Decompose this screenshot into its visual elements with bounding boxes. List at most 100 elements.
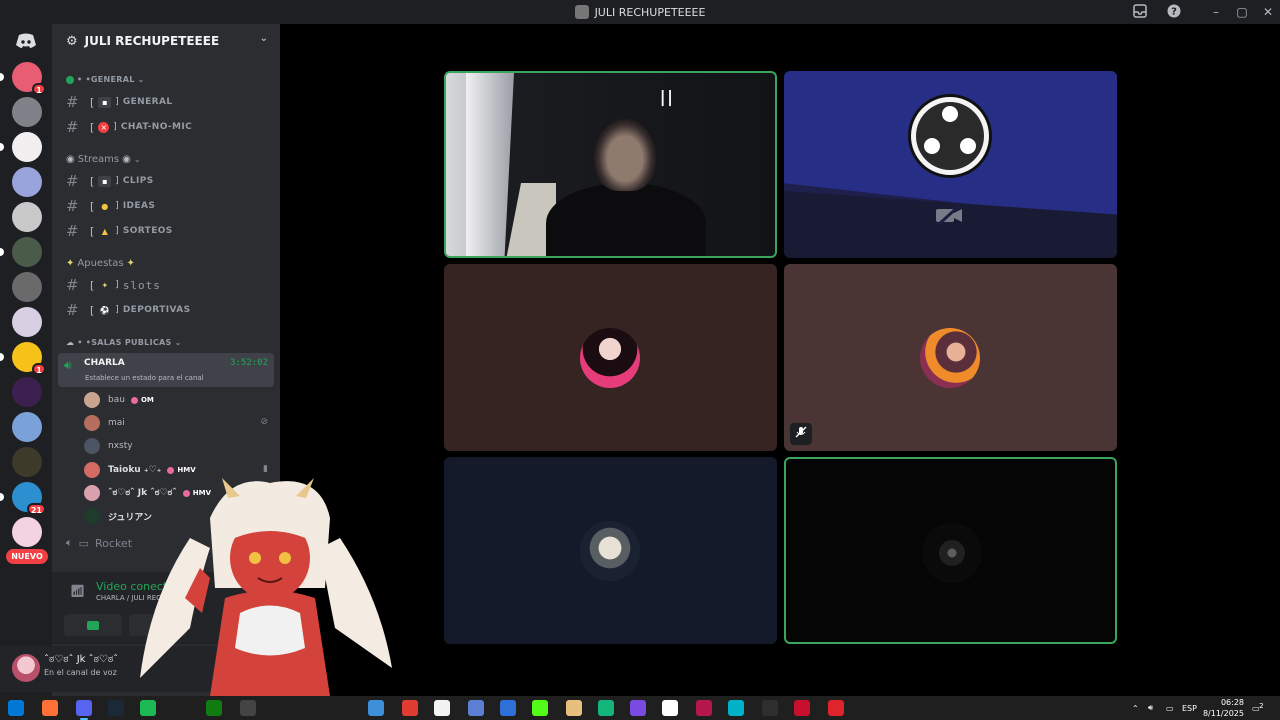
notifications-icon[interactable]: ▭ 2 [1252,696,1264,720]
server-icon[interactable] [12,167,42,197]
avatar[interactable] [12,654,40,682]
taskbar-app-icon[interactable] [794,700,810,716]
language-indicator[interactable]: ESP [1182,696,1197,720]
server-icon[interactable] [12,202,42,232]
video-frame [466,73,514,256]
unread-indicator [0,143,4,151]
taskbar-app-icon[interactable] [532,700,548,716]
server-icon[interactable] [0,132,42,162]
maximize-icon[interactable]: ▢ [1234,4,1250,20]
voice-member[interactable]: Taioku ₊♡₊ HMV ▮ [84,460,274,480]
channel-deportivas[interactable]: # [⚽] DEPORTIVAS [66,299,276,321]
taskbar-app-icon[interactable] [468,700,484,716]
chevron-down-icon: ⌄ [174,338,182,347]
camera-icon [87,620,99,630]
server-icon[interactable]: 21 [0,482,46,515]
signal-icon[interactable]: 📶︎ [70,584,85,598]
taskbar-app-icon[interactable] [630,700,646,716]
channel-general[interactable]: # [▪] GENERAL [66,91,276,113]
taskbar-app-icon[interactable] [696,700,712,716]
heart-icon [130,396,138,404]
channel-status-prompt[interactable]: Establece un estado para el canal [85,374,204,382]
server-icon[interactable] [12,377,42,407]
category-streams[interactable]: ◉ Streams ◉ ⌄ [66,154,141,165]
taskbar-app-icon[interactable] [500,700,516,716]
server-icon[interactable] [12,412,42,442]
channel-clips[interactable]: # [▪] CLIPS [66,170,276,192]
taskbar-app-icon[interactable] [434,700,450,716]
taskbar-app-icon[interactable] [598,700,614,716]
heart-icon [167,466,175,474]
minimize-icon[interactable]: – [1208,4,1224,20]
video-tile-participant[interactable] [444,457,777,644]
taskbar: ⌃ 🔊︎ ▭ ESP 06:28 8/11/2025 ▭ 2 [0,696,1280,720]
video-tile-participant[interactable] [784,457,1117,644]
discord-home-icon[interactable] [12,30,40,52]
category-general[interactable]: • •GENERAL ⌄ [66,75,145,84]
close-icon[interactable]: ✕ [1260,4,1276,20]
system-clock[interactable]: 06:28 8/11/2025 [1203,697,1244,719]
hashtag-icon: # [66,93,79,111]
server-icon[interactable] [12,97,42,127]
video-tile-participant[interactable] [784,264,1117,451]
category-label: • •GENERAL [77,75,135,84]
taskbar-app-icon[interactable] [140,700,156,716]
camera-button[interactable] [64,614,122,636]
channel-sorteos[interactable]: # [▲] SORTEOS [66,220,276,242]
window-title: JULI RECHUPETEEEE [0,0,1280,24]
voice-member[interactable]: bau OM [84,390,274,410]
help-icon[interactable]: ? [1166,4,1182,20]
server-icon[interactable] [12,517,42,547]
taskbar-app-icon[interactable] [42,700,58,716]
taskbar-app-icon[interactable] [240,700,256,716]
taskbar-app-icon[interactable] [108,700,124,716]
sparkle-icon: ✦ [101,280,109,290]
taskbar-app-icon[interactable] [728,700,744,716]
voice-member[interactable]: nxsty [84,436,274,456]
category-label: • •SALAS PUBLICAS [77,338,172,347]
taskbar-app-icon[interactable] [566,700,582,716]
video-tile-obs[interactable] [784,71,1117,258]
member-name: mai [108,418,125,428]
voice-channel-rocket[interactable]: 🔈︎ ▭ Rocket [66,536,132,550]
camera-icon: ▮ [263,464,268,474]
taskbar-app-icon[interactable] [828,700,844,716]
voice-channel-charla[interactable]: 🔊︎ CHARLA 3:52:02 Establece un estado pa… [58,353,274,387]
volume-icon[interactable]: 🔊︎ [1148,696,1153,720]
category-apuestas[interactable]: ✦ Apuestas ✦ [66,258,135,269]
avatar [84,438,100,454]
taskbar-app-icon[interactable] [206,700,222,716]
taskbar-app-icon[interactable] [402,700,418,716]
server-icon[interactable] [0,237,42,267]
taskbar-app-icon[interactable] [368,700,384,716]
taskbar-app-icon[interactable] [76,700,92,720]
guild-name: JULI RECHUPETEEEE [84,34,220,48]
hashtag-icon: # [66,276,79,294]
hashtag-icon: # [66,172,79,190]
taskbar-app-icon[interactable] [762,700,778,716]
server-icon[interactable]: 1 [0,342,46,375]
battery-icon[interactable]: ▭ [1166,696,1174,720]
show-hidden-icons-icon[interactable]: ⌃ [1132,696,1139,720]
server-icon[interactable]: 1 [0,62,46,95]
soccer-ball-icon: ⚽ [99,305,110,315]
category-salas-publicas[interactable]: ☁ • •SALAS PUBLICAS ⌄ [66,338,182,347]
guild-header[interactable]: ⚙ JULI RECHUPETEEEE ⌄ [52,24,280,58]
chevron-down-icon: ⌄ [137,75,145,84]
party-icon: ▲ [101,226,108,236]
server-icon[interactable] [12,307,42,337]
taskbar-app-icon[interactable] [662,700,678,716]
channel-slots[interactable]: # [✦] slots [66,274,276,296]
channel-chat-no-mic[interactable]: # [×] CHAT-NO-MIC [66,116,276,138]
channel-ideas[interactable]: # [●] IDEAS [66,195,276,217]
mask-icon: ◉ [66,154,75,165]
start-menu-icon[interactable] [8,700,24,716]
inbox-icon[interactable] [1132,4,1148,20]
server-icon[interactable] [12,272,42,302]
voice-member[interactable]: mai ⊘ [84,413,274,433]
video-tile-camera[interactable]: | | [444,71,777,258]
server-icon[interactable] [12,447,42,477]
voice-channel-name: CHARLA [84,358,125,368]
video-tile-participant[interactable] [444,264,777,451]
hashtag-icon: # [66,197,79,215]
